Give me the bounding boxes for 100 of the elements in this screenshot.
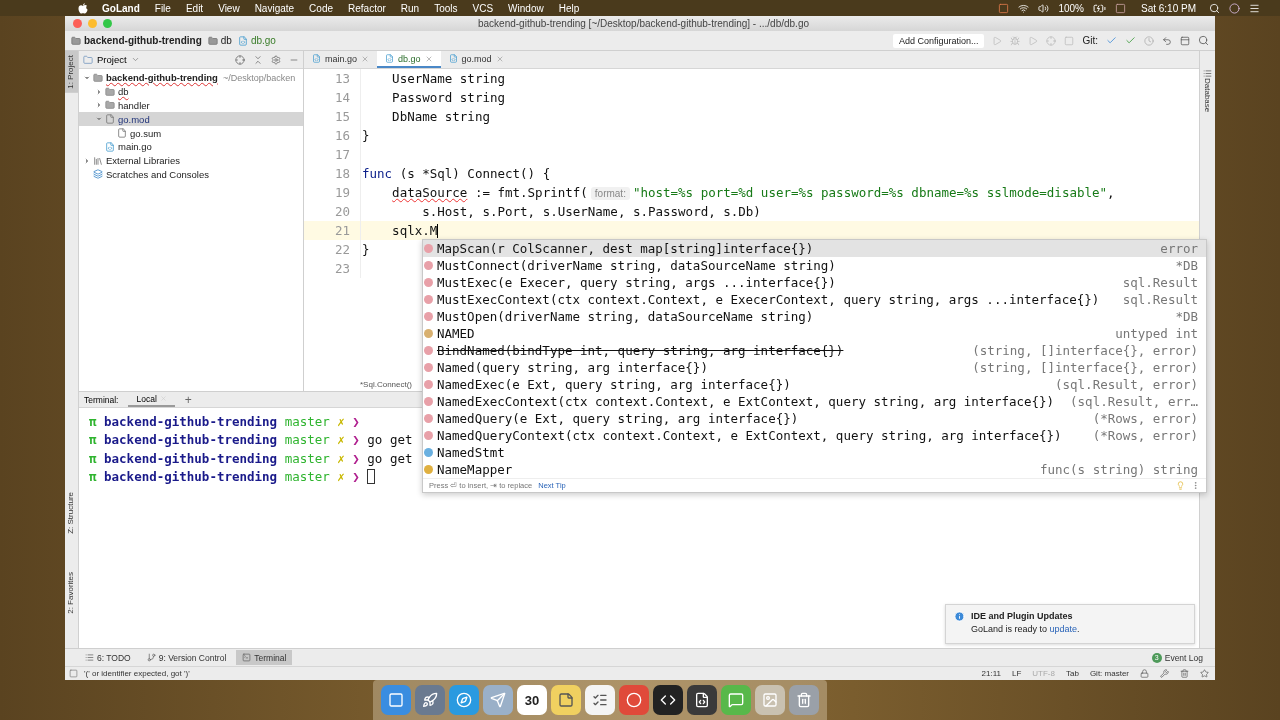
new-tab-button[interactable]: + (184, 392, 192, 407)
tool-tab[interactable]: 9: Version Control (140, 650, 233, 665)
tree-item[interactable]: main.go (79, 140, 303, 154)
menu-item[interactable]: View (218, 2, 240, 14)
dock-app[interactable] (653, 685, 683, 715)
completion-item[interactable]: MustExec(e Execer, query string, args ...interface{}) sql.Result (423, 274, 1206, 291)
lightbulb-icon[interactable] (1176, 481, 1185, 490)
history-icon[interactable] (1144, 35, 1154, 46)
collapsed-arrow-icon[interactable] (83, 156, 91, 165)
close-icon[interactable] (424, 54, 433, 63)
close-button[interactable] (73, 19, 82, 28)
status-toggle-icon[interactable] (69, 669, 78, 678)
tree-item[interactable]: Scratches and Consoles (79, 167, 303, 182)
app-status-icon[interactable] (998, 2, 1010, 14)
tool-tab[interactable]: Terminal (236, 650, 293, 665)
tree-item[interactable]: go.mod (79, 112, 303, 127)
revert-icon[interactable] (1162, 35, 1172, 46)
menu-item[interactable]: Window (508, 2, 544, 14)
settings-icon[interactable] (271, 54, 281, 65)
completion-item[interactable]: NamedExec(e Ext, query string, arg interface{}) (sql.Result, error) (423, 376, 1206, 393)
editor-tab[interactable]: db.go (377, 51, 441, 68)
siri-icon[interactable] (1229, 2, 1240, 14)
search-icon[interactable] (1209, 2, 1220, 14)
tool-tab[interactable]: 6: TODO (79, 650, 137, 665)
menu-item[interactable]: Code (309, 2, 333, 14)
breadcrumb[interactable]: backend-github-trending (71, 35, 202, 46)
completion-item[interactable]: NameMapper func(s string) string (423, 461, 1206, 478)
menu-item[interactable]: File (154, 2, 171, 14)
update-icon[interactable] (1106, 35, 1117, 46)
file-icon (105, 141, 115, 152)
tool-window-tab[interactable]: 1: Project (65, 51, 78, 93)
commit-icon[interactable] (1125, 35, 1136, 46)
breadcrumb[interactable]: db (207, 35, 232, 46)
menu-item[interactable]: Edit (185, 2, 204, 14)
layout-icon[interactable] (1180, 35, 1190, 46)
project-path: ~/Desktop/backen (222, 72, 296, 83)
collapsed-arrow-icon[interactable] (95, 101, 103, 110)
tree-item[interactable]: db (79, 84, 303, 99)
completion-item[interactable]: NamedStmt (423, 444, 1206, 461)
completion-item[interactable]: MustOpen(driverName string, dataSourceName string) *DB (423, 308, 1206, 325)
completion-item[interactable]: MapScan(r ColScanner, dest map[string]interface{}) error (423, 240, 1206, 257)
status-item[interactable]: 21:11 (981, 669, 1001, 678)
dropdown-icon[interactable] (130, 55, 140, 64)
tool-window-tab[interactable]: Z: Structure (65, 488, 78, 539)
search-icon[interactable] (1198, 35, 1209, 46)
locate-icon[interactable] (235, 54, 245, 65)
trash-icon[interactable] (1180, 669, 1189, 678)
editor-tab[interactable]: main.go (304, 51, 378, 68)
completion-item[interactable]: NamedQuery(e Ext, query string, arg interface{}) (*Rows, error) (423, 410, 1206, 427)
app-menu[interactable]: GoLand (102, 2, 140, 14)
completion-item[interactable]: NamedExecContext(ctx context.Context, e ExtContext, query string, arg interface{}) (sql.Result, err… (423, 393, 1206, 410)
rocket-icon (422, 692, 438, 708)
close-icon[interactable] (495, 54, 504, 63)
wrench-icon[interactable] (1160, 669, 1169, 678)
menu-item[interactable]: Run (400, 2, 420, 14)
editor-tab[interactable]: go.mod (440, 51, 512, 68)
completion-item[interactable]: NAMED untyped int (423, 325, 1206, 342)
menu-item[interactable]: Refactor (348, 2, 386, 14)
tool-window-tab[interactable]: 2: Favorites (65, 568, 78, 618)
calendar-app-icon[interactable]: 30 (517, 685, 547, 715)
dock-app[interactable] (687, 685, 717, 715)
window-icon (388, 692, 404, 708)
completion-item[interactable]: NamedQueryContext(ctx context.Context, e ExtContext, query string, arg interface{}) (*Rows, error) (423, 427, 1206, 444)
collapse-icon[interactable] (253, 54, 263, 65)
menu-item[interactable]: Tools (434, 2, 458, 14)
completion-type: (*Rows, error) (1091, 428, 1198, 443)
completion-item[interactable]: MustExecContext(ctx context.Context, e ExecerContext, query string, args ...interface{}) sql.Result (423, 291, 1206, 308)
close-icon[interactable] (361, 54, 370, 63)
completion-item[interactable]: Named(query string, arg interface{}) (string, []interface{}, error) (423, 359, 1206, 376)
wifi-icon[interactable] (1018, 2, 1030, 14)
zoom-button[interactable] (103, 19, 112, 28)
add-configuration-button[interactable]: Add Configuration... (892, 33, 985, 48)
tree-item[interactable]: go.sum (79, 126, 303, 140)
session-tab[interactable]: Local (128, 392, 175, 407)
tree-item[interactable]: backend-github-trending ~/Desktop/backen (79, 71, 303, 85)
status-item[interactable]: LF (1011, 669, 1022, 678)
status-item[interactable]: Git: master (1089, 669, 1129, 678)
menu-icon[interactable] (1249, 2, 1260, 14)
menu-item[interactable]: Navigate (254, 2, 295, 14)
more-icon[interactable] (1191, 481, 1200, 490)
code-text: UserName string (391, 71, 505, 86)
status-item[interactable]: Tab (1065, 669, 1079, 678)
completion-item[interactable]: BindNamed(bindType int, query string, arg interface{}) (string, []interface{}, error) (423, 342, 1206, 359)
lock-icon[interactable] (1140, 669, 1149, 678)
code-breadcrumb[interactable]: *Sql.Connect() (360, 380, 413, 389)
apple-icon[interactable] (78, 2, 88, 14)
tree-item[interactable]: External Libraries (79, 153, 303, 168)
tool-window-tab[interactable]: Database (1203, 78, 1212, 113)
tree-item[interactable]: handler (79, 98, 303, 113)
completion-item[interactable]: MustConnect(driverName string, dataSourceName string) *DB (423, 257, 1206, 274)
volume-icon[interactable] (1038, 2, 1050, 14)
collapsed-arrow-icon[interactable] (95, 87, 103, 96)
menu-item[interactable]: VCS (472, 2, 494, 14)
panel-title[interactable]: Project (97, 54, 127, 65)
menu-item[interactable]: Help (558, 2, 580, 14)
line-number: 17 (333, 147, 350, 162)
star-icon[interactable] (1200, 669, 1209, 678)
breadcrumb[interactable]: db.go (237, 35, 276, 46)
clock[interactable]: Sat 6:10 PM (1140, 2, 1196, 14)
debug-icon[interactable] (1010, 35, 1021, 46)
